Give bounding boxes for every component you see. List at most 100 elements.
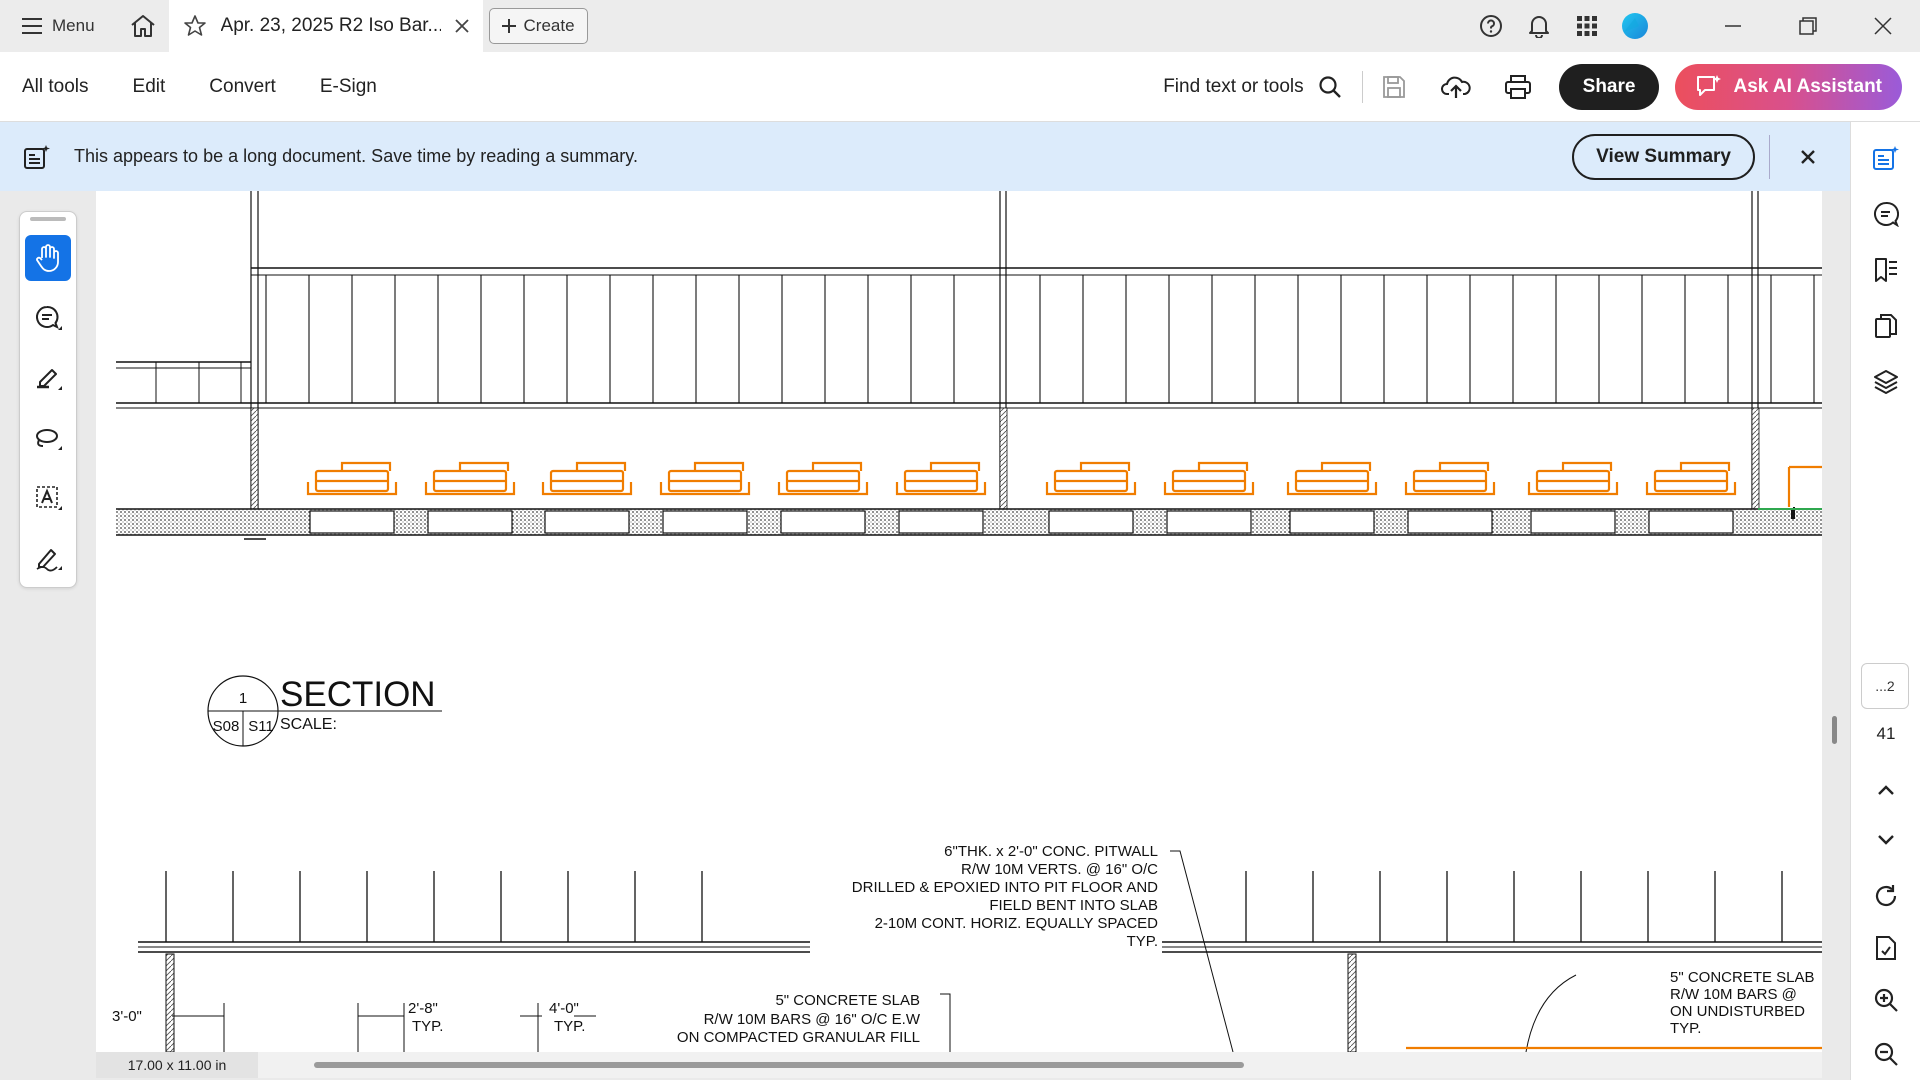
ai-assistant-button[interactable]: Ask AI Assistant (1675, 63, 1902, 110)
text-select-icon (36, 486, 62, 510)
slab-note-right-3: ON UNDISTURBED (1670, 1003, 1805, 1020)
signature-icon (36, 549, 62, 572)
next-page-button[interactable] (1851, 818, 1920, 862)
tabbar-actions (1467, 0, 1920, 52)
zoom-out-icon (1874, 1042, 1898, 1066)
quick-tools-panel (19, 211, 77, 588)
rotate-button[interactable] (1851, 874, 1920, 918)
layers-icon (1874, 370, 1898, 394)
file-info-button[interactable] (1851, 926, 1920, 970)
rotate-icon (1875, 885, 1897, 907)
upload-button[interactable] (1425, 52, 1487, 122)
slab-note-right-2: R/W 10M BARS @ (1670, 986, 1797, 1003)
zoom-in-icon (1874, 988, 1898, 1012)
create-button[interactable]: Create (488, 8, 588, 44)
notifications-button[interactable] (1515, 0, 1563, 52)
previous-page-button[interactable] (1851, 768, 1920, 812)
sign-tool-button[interactable] (25, 535, 71, 581)
star-icon[interactable] (183, 14, 207, 38)
section-sheet-right: S11 (248, 718, 274, 735)
section-number: 1 (239, 690, 247, 707)
pitwall-note-2: R/W 10M VERTS. @ 16" O/C (961, 861, 1158, 878)
close-window-icon (1873, 17, 1892, 35)
hand-icon (36, 244, 59, 272)
home-button[interactable] (117, 0, 169, 52)
profile-icon (1622, 13, 1648, 39)
section-title: SECTION (280, 675, 436, 714)
chevron-up-icon (1878, 785, 1894, 795)
pages-button[interactable] (1851, 304, 1920, 348)
pdf-page: 1 S08 S11 SECTION SCALE: 6"THK. x 2'-0" … (96, 191, 1822, 1052)
slab-note-right-4: TYP. (1670, 1020, 1701, 1037)
summary-panel-button[interactable] (1851, 136, 1920, 180)
plus-icon (501, 19, 516, 33)
nav-convert[interactable]: Convert (187, 76, 298, 98)
panel-drag-handle[interactable] (30, 217, 66, 221)
text-tool-button[interactable] (25, 475, 71, 521)
total-pages: 41 (1876, 724, 1896, 743)
title-bar: Menu Apr. 23, 2025 R2 Iso Bar... Create (0, 0, 1920, 52)
comment-tool-button[interactable] (25, 295, 71, 341)
scale-label: SCALE: (280, 716, 337, 733)
current-page-input[interactable]: ...2 (1861, 663, 1909, 709)
pitwall-note-5: 2-10M CONT. HORIZ. EQUALLY SPACED (875, 915, 1159, 932)
banner-text: This appears to be a long document. Save… (74, 146, 638, 166)
search-icon (1319, 75, 1341, 98)
draw-tool-button[interactable] (25, 415, 71, 461)
pitwall-note-1: 6"THK. x 2'-0" CONC. PITWALL (944, 843, 1158, 860)
nav-edit[interactable]: Edit (111, 76, 188, 98)
zoom-out-button[interactable] (1851, 1032, 1920, 1076)
close-window-button[interactable] (1845, 0, 1920, 52)
banner-icon-wrap (0, 144, 74, 170)
main-toolbar: All tools Edit Convert E-Sign Find text … (0, 52, 1920, 122)
bell-icon (1529, 16, 1549, 38)
dim-2-8-typ: TYP. (412, 1018, 443, 1035)
view-summary-button[interactable]: View Summary (1572, 133, 1755, 180)
dim-3-0: 3'-0" (112, 1008, 142, 1025)
chevron-down-icon (1878, 835, 1894, 845)
help-icon (1480, 15, 1502, 37)
ai-assistant-label: Ask AI Assistant (1733, 75, 1882, 97)
highlight-tool-button[interactable] (25, 355, 71, 401)
menu-label: Menu (52, 16, 95, 35)
share-button[interactable]: Share (1558, 63, 1660, 110)
close-icon[interactable] (454, 19, 469, 33)
zoom-in-button[interactable] (1851, 978, 1920, 1022)
document-tab[interactable]: Apr. 23, 2025 R2 Iso Bar... (168, 0, 483, 52)
save-icon (1382, 75, 1405, 98)
apps-button[interactable] (1563, 0, 1611, 52)
pitwall-note-6: TYP. (1127, 933, 1158, 950)
pages-icon (1875, 314, 1897, 338)
help-button[interactable] (1467, 0, 1515, 52)
restore-icon (1798, 17, 1817, 35)
page-size-label: 17.00 x 11.00 in (96, 1052, 258, 1078)
find-tools-button[interactable]: Find text or tools (1143, 75, 1361, 99)
profile-button[interactable] (1611, 0, 1659, 52)
layers-button[interactable] (1851, 360, 1920, 404)
document-canvas[interactable]: 1 S08 S11 SECTION SCALE: 6"THK. x 2'-0" … (0, 191, 1850, 1080)
save-button[interactable] (1363, 52, 1425, 122)
bookmarks-button[interactable] (1851, 248, 1920, 292)
minimize-button[interactable] (1695, 0, 1770, 52)
comments-panel-button[interactable] (1851, 192, 1920, 236)
menu-button[interactable]: Menu (0, 0, 117, 52)
vertical-scrollbar-thumb[interactable] (1832, 716, 1837, 744)
banner-close-button[interactable] (1788, 149, 1828, 164)
comments-panel-icon (1874, 201, 1899, 227)
dim-4-0-typ: TYP. (554, 1018, 585, 1035)
find-label: Find text or tools (1163, 75, 1304, 97)
section-sheet-left: S08 (213, 718, 240, 735)
horizontal-scrollbar-thumb[interactable] (314, 1062, 1244, 1068)
slab-note-left-1: 5" CONCRETE SLAB (775, 992, 920, 1009)
horizontal-scrollbar[interactable]: 17.00 x 11.00 in (96, 1052, 1822, 1078)
dim-2-8: 2'-8" (408, 1000, 438, 1017)
nav-all-tools[interactable]: All tools (0, 76, 111, 98)
pitwall-note-3: DRILLED & EPOXIED INTO PIT FLOOR AND (852, 879, 1158, 896)
print-button[interactable] (1487, 52, 1549, 122)
bookmarks-icon (1875, 258, 1897, 282)
lasso-icon (36, 429, 62, 450)
restore-button[interactable] (1770, 0, 1845, 52)
nav-esign[interactable]: E-Sign (298, 76, 399, 98)
print-icon (1504, 74, 1531, 99)
hand-tool-button[interactable] (25, 235, 71, 281)
